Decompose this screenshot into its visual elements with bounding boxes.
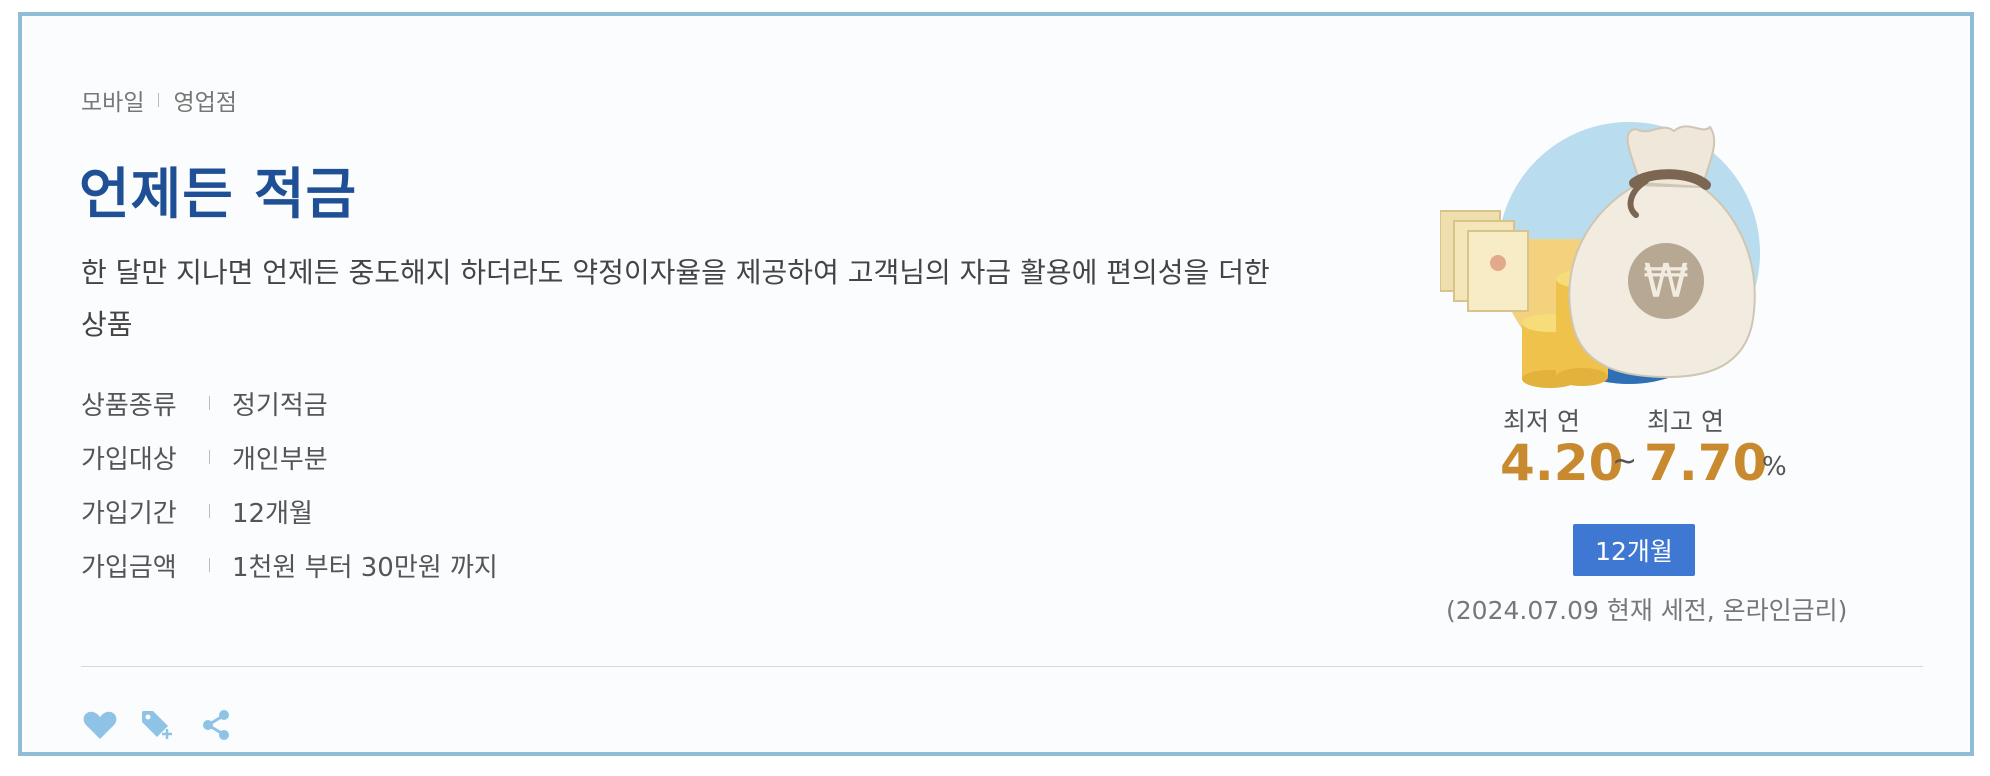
share-button[interactable] [197,706,235,744]
product-specs: 상품종류 정기적금 가입대상 개인부분 가입기간 12개월 가입금액 1천원 부… [81,376,498,592]
spec-separator [209,504,210,518]
max-rate-value: 7.70 [1644,434,1768,492]
heart-icon [83,711,117,739]
rate-panel: 최저 연 최고 연 4.20 ~ 7.70 % [1496,402,1806,494]
product-card: 모바일 영업점 언제든 적금 한 달만 지나면 언제든 중도해지 하더라도 약정… [18,12,1974,756]
spec-value: 정기적금 [232,390,328,421]
favorite-button[interactable] [81,706,119,744]
spec-separator [209,450,210,464]
channel-branch: 영업점 [173,90,237,116]
spec-separator [209,396,210,410]
max-rate-label: 최고 연 [1647,407,1724,436]
svg-text:₩: ₩ [1643,254,1688,308]
spec-label: 가입금액 [81,552,177,583]
spec-value: 12개월 [232,498,313,529]
banknotes [1440,210,1529,312]
divider [81,666,1923,667]
rate-note: (2024.07.09 현재 세전, 온라인금리) [1446,596,1848,625]
tag-add-button[interactable] [139,706,177,744]
spec-row-period: 가입기간 12개월 [81,484,498,538]
share-icon [203,710,229,740]
money-bag-illustration: ₩ [1440,122,1760,388]
product-title[interactable]: 언제든 적금 [79,149,357,229]
action-bar [81,706,235,744]
tag-add-icon [142,711,172,739]
channel-list: 모바일 영업점 [81,83,237,117]
product-description: 한 달만 지나면 언제든 중도해지 하더라도 약정이자율을 제공하여 고객님의 … [81,256,1270,341]
channel-separator [158,93,160,107]
rate-unit: % [1762,452,1787,482]
min-rate-label: 최저 연 [1503,407,1580,436]
spec-separator [209,558,210,572]
spec-row-type: 상품종류 정기적금 [81,376,498,430]
channel-mobile: 모바일 [81,90,145,116]
spec-row-amount: 가입금액 1천원 부터 30만원 까지 [81,538,498,592]
term-badge: 12개월 [1573,524,1695,576]
spec-label: 가입기간 [81,498,177,529]
spec-label: 상품종류 [81,390,177,421]
spec-value: 개인부분 [232,444,328,475]
rate-separator: ~ [1612,444,1638,479]
spec-label: 가입대상 [81,444,177,475]
spec-row-target: 가입대상 개인부분 [81,430,498,484]
min-rate-value: 4.20 [1500,434,1624,492]
spec-value: 1천원 부터 30만원 까지 [232,552,498,583]
